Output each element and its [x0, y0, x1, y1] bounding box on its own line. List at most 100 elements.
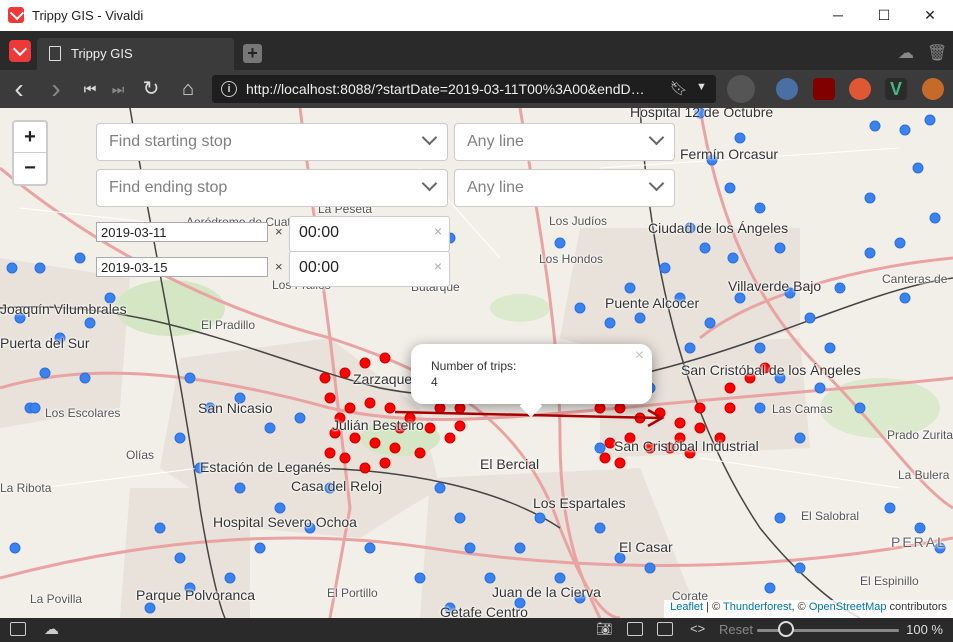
end-date-input[interactable]: 2019-03-15: [96, 257, 268, 277]
map-label: Los Escolares: [45, 406, 121, 420]
map-label: Joaquín Vilumbrales: [0, 301, 127, 317]
fast-forward-button[interactable]: ⏭: [107, 78, 129, 100]
map-label: Los Hondos: [539, 252, 604, 266]
map-attribution: Leaflet | © Thunderforest, © OpenStreetM…: [664, 600, 953, 618]
popup-close-button[interactable]: ×: [635, 347, 644, 365]
end-stop-select[interactable]: Find ending stop: [96, 169, 448, 207]
start-stop-placeholder: Find starting stop: [109, 133, 232, 150]
osm-link[interactable]: OpenStreetMap: [809, 601, 887, 613]
map-label: Puerta del Sur: [0, 335, 90, 351]
cloud-sync-icon[interactable]: ☁: [898, 43, 914, 63]
window-titlebar: Trippy GIS - Vivaldi ─ ☐ ✕: [0, 0, 953, 32]
thunderforest-link[interactable]: Thunderforest: [723, 601, 791, 613]
map-label: Parque Polvoranca: [136, 587, 256, 603]
map-label: El Salobral: [801, 509, 860, 523]
vivaldi-logo-icon: [8, 7, 24, 23]
extension-monkey-icon[interactable]: [922, 78, 944, 100]
map-label: El Espinillo: [860, 574, 919, 588]
panel-toggle-icon[interactable]: [10, 622, 26, 636]
minimize-button[interactable]: ─: [815, 0, 861, 31]
maximize-button[interactable]: ☐: [861, 0, 907, 31]
map-label: El Casar: [619, 539, 673, 555]
reload-button[interactable]: ↻: [140, 78, 162, 100]
tab-label: Trippy GIS: [71, 46, 133, 61]
sync-cloud-icon[interactable]: ☁: [44, 620, 59, 638]
extension-owl-icon[interactable]: [776, 78, 798, 100]
end-date-clear-button[interactable]: ×: [275, 259, 283, 274]
status-bar: ☁ 📷︎ <> Reset 100 %: [0, 618, 953, 642]
map-label: Canteras de: [882, 272, 948, 286]
map-label: Hospital Severo Ochoa: [213, 514, 357, 530]
map-label: El Pradillo: [201, 318, 256, 332]
vue-devtools-icon[interactable]: V: [885, 78, 907, 100]
start-time-input[interactable]: 00:00 ×: [289, 216, 450, 252]
ublock-icon[interactable]: [813, 78, 835, 100]
start-time-value: 00:00: [299, 224, 340, 241]
chevron-down-icon: [648, 129, 665, 146]
map-label: Las Camas: [772, 402, 833, 416]
map-label: Los Espartales: [533, 495, 626, 511]
capture-icon[interactable]: 📷︎: [596, 621, 613, 637]
map-label: Ciudad de los Ángeles: [648, 220, 789, 236]
popup-label: Number of trips:: [431, 359, 517, 373]
tab-trippy-gis[interactable]: Trippy GIS: [37, 38, 234, 70]
map-label: Olías: [126, 448, 155, 462]
trip-popup: × Number of trips: 4: [411, 344, 652, 418]
map-label: PERAL: [891, 534, 947, 550]
duckduckgo-icon[interactable]: [849, 78, 871, 100]
map-label: Puente Alcocer: [605, 295, 700, 311]
map-label: Los Judíos: [549, 214, 608, 228]
start-line-select[interactable]: Any line: [454, 123, 675, 161]
map-label: Villaverde Bajo: [728, 278, 822, 294]
map-label: La Bulera: [898, 468, 950, 482]
start-date-clear-button[interactable]: ×: [275, 224, 283, 239]
map-view[interactable]: Hospital 12 de Octubre Fermín Orcasur Ci…: [0, 108, 953, 618]
rewind-button[interactable]: ⏮: [79, 78, 101, 100]
chevron-down-icon: [421, 175, 438, 192]
start-time-clear-button[interactable]: ×: [434, 223, 442, 239]
map-label: Julián Besteiro: [332, 417, 424, 433]
code-icon[interactable]: <>: [690, 621, 705, 636]
chevron-down-icon: [421, 129, 438, 146]
attribution-text: | ©: [703, 601, 724, 613]
end-stop-placeholder: Find ending stop: [109, 179, 228, 196]
start-date-input[interactable]: 2019-03-11: [96, 222, 268, 242]
bookmark-icon[interactable]: 🔖︎: [670, 80, 688, 97]
attribution-text: contributors: [886, 601, 947, 613]
zoom-out-button[interactable]: −: [14, 153, 46, 183]
reset-zoom-button[interactable]: Reset: [719, 622, 753, 637]
end-time-clear-button[interactable]: ×: [434, 258, 442, 274]
zoom-control: + −: [12, 120, 48, 186]
map-label: San Nicasio: [198, 400, 273, 416]
map-label: San Cristóbal Industrial: [614, 438, 759, 454]
site-info-icon[interactable]: i: [221, 81, 237, 97]
tab-bar: Trippy GIS + ☁ 🗑: [0, 31, 953, 70]
image-icon[interactable]: [657, 622, 673, 636]
vivaldi-menu-icon[interactable]: [9, 40, 31, 62]
trash-icon[interactable]: 🗑: [927, 43, 947, 63]
tile-icon[interactable]: [627, 622, 643, 636]
url-dropdown-icon[interactable]: ▼: [696, 81, 707, 93]
end-line-placeholder: Any line: [467, 179, 524, 196]
map-label: Casa del Reloj: [291, 478, 383, 494]
popup-value: 4: [431, 375, 438, 389]
map-label: Hospital 12 de Octubre: [630, 108, 774, 120]
start-stop-select[interactable]: Find starting stop: [96, 123, 448, 161]
wolf-avatar-icon[interactable]: [727, 75, 755, 103]
zoom-in-button[interactable]: +: [14, 122, 46, 153]
url-text: http://localhost:8088/?startDate=2019-03…: [246, 81, 645, 97]
end-line-select[interactable]: Any line: [454, 169, 675, 207]
close-button[interactable]: ✕: [907, 0, 953, 31]
leaflet-link[interactable]: Leaflet: [670, 601, 703, 613]
new-tab-button[interactable]: +: [243, 44, 262, 63]
end-time-input[interactable]: 00:00 ×: [289, 251, 450, 287]
back-button[interactable]: ‹: [8, 75, 30, 103]
attribution-text: , ©: [791, 601, 809, 613]
address-toolbar: ‹ › ⏮ ⏭ ↻ ⌂ i http://localhost:8088/?sta…: [0, 70, 953, 108]
forward-button[interactable]: ›: [45, 75, 67, 103]
url-field[interactable]: i http://localhost:8088/?startDate=2019-…: [212, 75, 716, 103]
home-button[interactable]: ⌂: [177, 78, 199, 100]
zoom-slider-handle[interactable]: [778, 621, 794, 637]
map-label: Juan de la Cierva: [492, 584, 601, 600]
map-label: Getafe Centro: [440, 604, 528, 618]
